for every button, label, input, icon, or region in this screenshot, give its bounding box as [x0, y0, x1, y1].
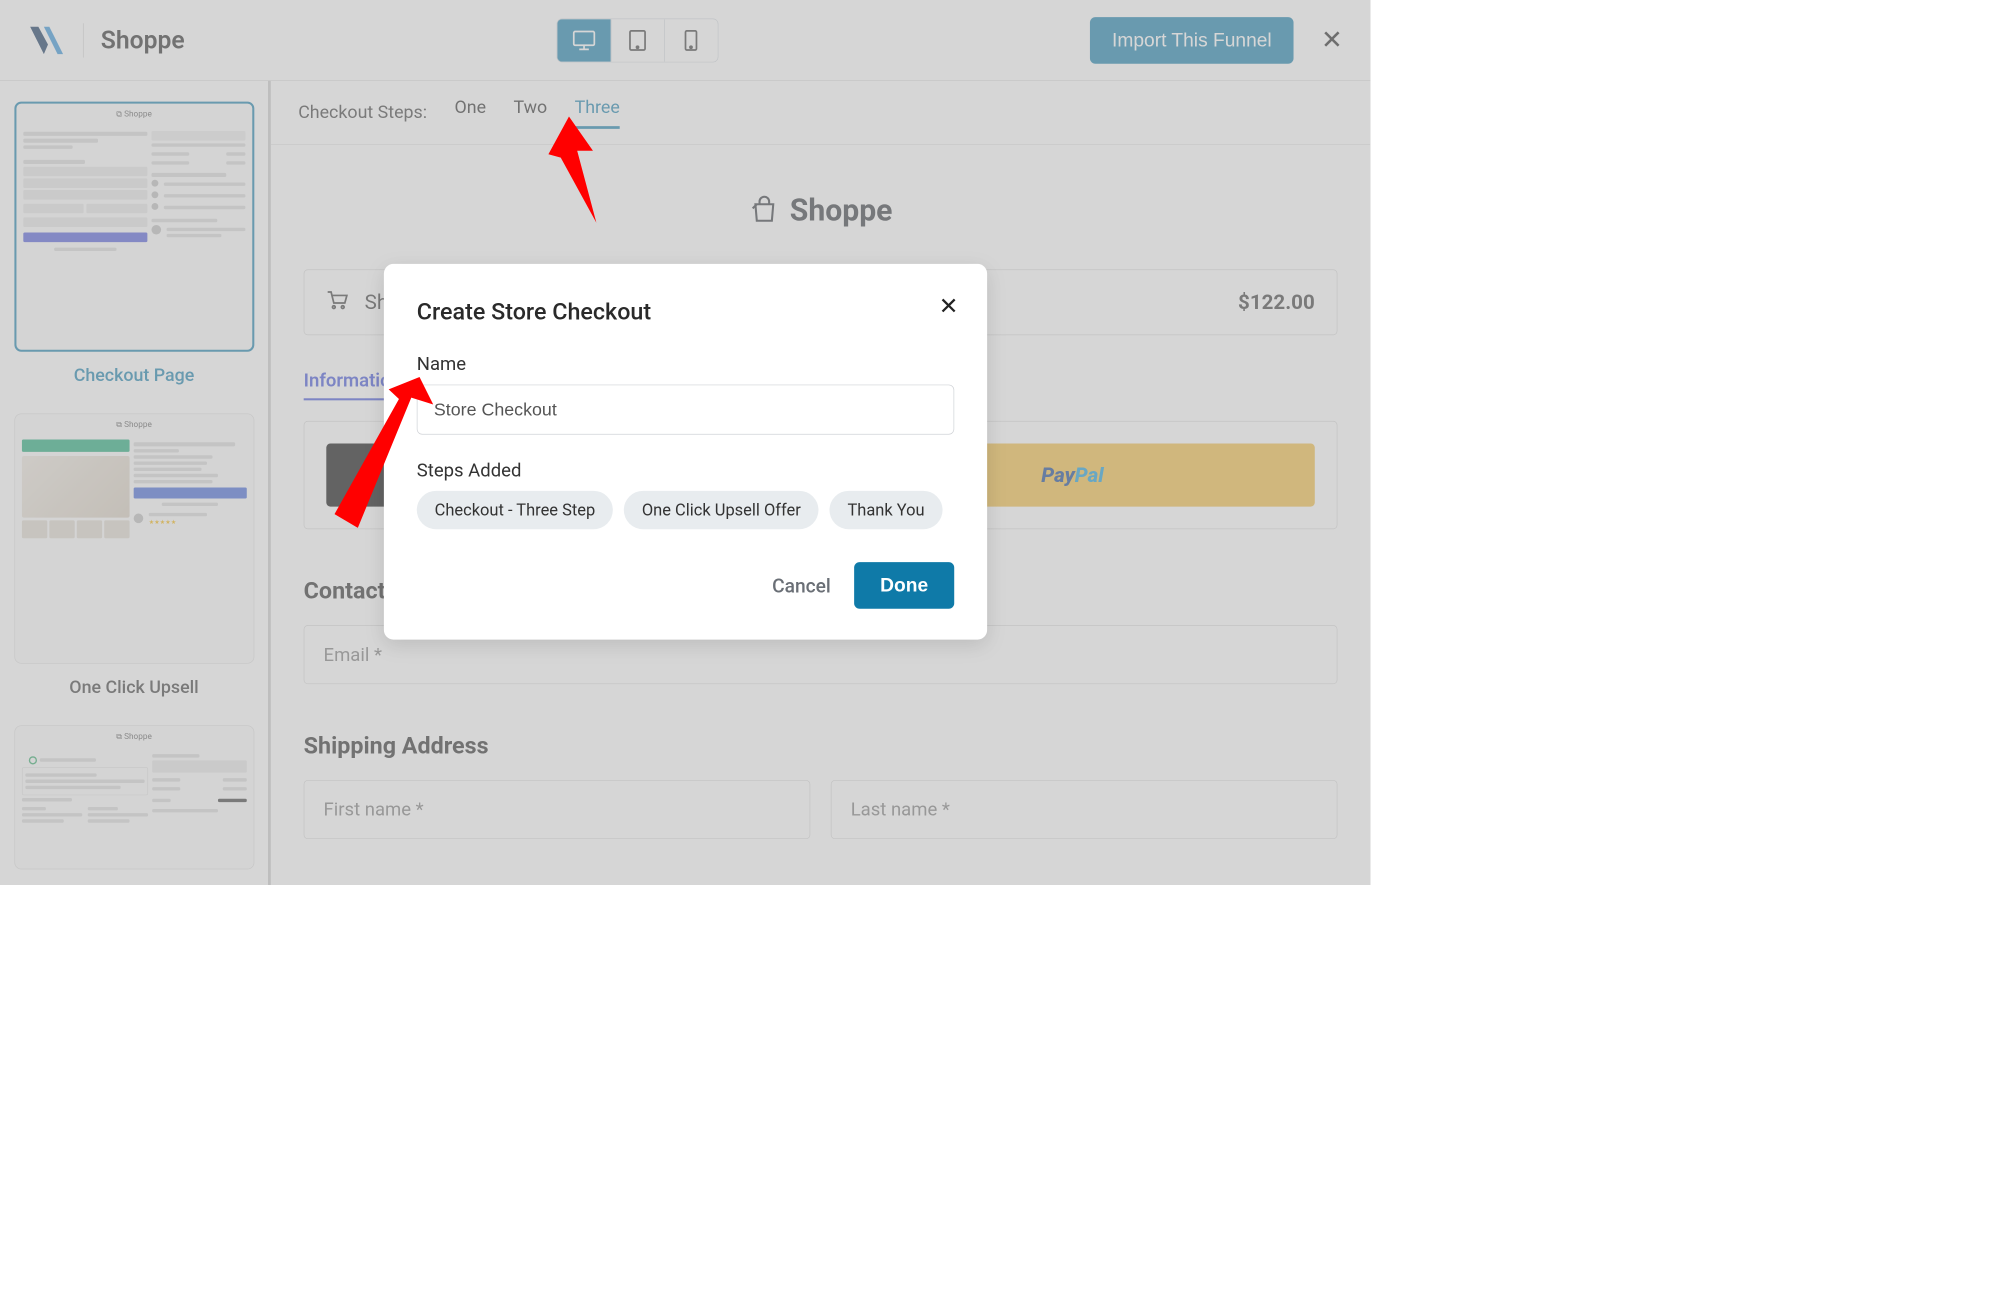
cancel-button[interactable]: Cancel: [772, 574, 831, 597]
modal-close-icon[interactable]: ✕: [939, 293, 959, 320]
modal-footer: Cancel Done: [417, 562, 954, 609]
create-store-checkout-modal: Create Store Checkout ✕ Name Steps Added…: [384, 264, 987, 640]
modal-steps-label: Steps Added: [417, 459, 954, 481]
store-checkout-name-input[interactable]: [417, 385, 954, 435]
modal-title: Create Store Checkout: [417, 298, 954, 325]
modal-name-label: Name: [417, 353, 954, 375]
chip-upsell-offer[interactable]: One Click Upsell Offer: [624, 491, 819, 529]
chip-thank-you[interactable]: Thank You: [830, 491, 943, 529]
chip-checkout-three-step[interactable]: Checkout - Three Step: [417, 491, 613, 529]
done-button[interactable]: Done: [854, 562, 954, 609]
steps-chips: Checkout - Three Step One Click Upsell O…: [417, 491, 954, 529]
